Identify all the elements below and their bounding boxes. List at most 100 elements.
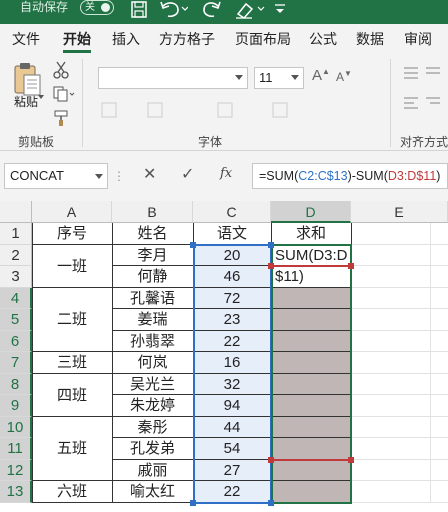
row-header-10[interactable]: 10 [0, 416, 32, 438]
paste-label[interactable]: 粘贴 [14, 93, 38, 110]
font-size-combo[interactable]: 11 [254, 67, 304, 89]
row-header-1[interactable]: 1 [0, 223, 32, 245]
formula-part: ) [436, 169, 441, 183]
row-header-8[interactable]: 8 [0, 373, 32, 395]
name-cell[interactable]: 孙翡翠 [112, 331, 193, 353]
font-name-combo[interactable] [98, 67, 248, 89]
name-cell[interactable]: 何静 [112, 266, 193, 288]
header-cell-d[interactable]: 求和 [271, 223, 351, 245]
select-all-corner[interactable] [0, 201, 32, 223]
column-header-c[interactable]: C [193, 201, 271, 223]
customize-quick-access-icon[interactable] [270, 0, 296, 22]
range-handle-blue[interactable] [268, 241, 274, 248]
gridline [351, 351, 448, 352]
spreadsheet-grid[interactable]: A B C D E 1 2 3 4 5 6 7 8 9 10 11 12 13 序号 姓名 语文 求和 一班 二班 三班 四班 五班… [0, 201, 448, 512]
name-cell[interactable]: 孔馨语 [112, 288, 193, 310]
save-icon[interactable] [128, 0, 154, 22]
chevron-down-icon[interactable] [291, 75, 299, 80]
align-top-icon[interactable] [400, 63, 444, 83]
format-painter-icon[interactable] [52, 109, 70, 127]
copy-icon[interactable] [52, 85, 76, 103]
name-box-value: CONCAT [10, 168, 64, 183]
column-header-d[interactable]: D [271, 201, 351, 223]
range-handle-red[interactable] [268, 263, 274, 269]
undo-icon[interactable] [158, 0, 189, 22]
range-handle-red[interactable] [348, 456, 354, 463]
class-cell[interactable]: 二班 [32, 288, 112, 353]
gridline [351, 415, 448, 417]
name-cell[interactable]: 朱龙婷 [112, 395, 193, 417]
class-cell[interactable]: 五班 [32, 417, 112, 482]
row-header-6[interactable]: 6 [0, 330, 32, 352]
cancel-icon[interactable]: ✕ [143, 164, 156, 184]
range-handle-blue[interactable] [268, 499, 274, 506]
enter-icon[interactable]: ✓ [181, 164, 194, 184]
name-cell[interactable]: 李月 [112, 245, 193, 267]
row-header-2[interactable]: 2 [0, 244, 32, 266]
increase-font-icon[interactable]: A▲ [312, 67, 330, 84]
formula-part: =SUM( [259, 169, 299, 183]
gridline [351, 458, 448, 460]
row-header-4[interactable]: 4 [0, 287, 32, 309]
name-cell[interactable]: 戚丽 [112, 460, 193, 482]
class-cell[interactable]: 三班 [32, 352, 112, 374]
header-cell-c[interactable]: 语文 [193, 223, 271, 245]
column-header-e[interactable]: E [351, 201, 448, 223]
tab-file[interactable]: 文件 [12, 24, 40, 55]
formula-buttons: ✕ ✓ fx [123, 163, 248, 189]
row-header-3[interactable]: 3 [0, 266, 32, 288]
gridline [351, 501, 448, 503]
header-cell-b[interactable]: 姓名 [112, 223, 193, 245]
header-cell-a[interactable]: 序号 [32, 223, 112, 245]
decrease-font-icon[interactable]: A▼ [336, 69, 352, 84]
tab-fangfang[interactable]: 方方格子 [159, 24, 215, 55]
cut-icon[interactable] [52, 61, 70, 79]
chevron-down-icon[interactable] [95, 174, 103, 179]
tab-data[interactable]: 数据 [356, 24, 384, 55]
row-header-9[interactable]: 9 [0, 395, 32, 417]
tab-insert[interactable]: 插入 [112, 24, 140, 55]
title-bar: 自动保存 关 [0, 0, 448, 24]
row-header-11[interactable]: 11 [0, 438, 32, 460]
formula-input[interactable]: =SUM(C2:C$13)-SUM(D3:D$11) [252, 163, 448, 189]
name-cell[interactable]: 喻太红 [112, 481, 193, 503]
autosave-label: 自动保存 [20, 0, 69, 14]
tab-review[interactable]: 审阅 [404, 24, 432, 55]
font-size-value: 11 [259, 70, 273, 85]
font-group-label: 字体 [198, 135, 223, 149]
row-header-5[interactable]: 5 [0, 309, 32, 331]
class-cell[interactable]: 六班 [32, 481, 112, 503]
insert-function-icon[interactable]: fx [220, 166, 232, 181]
redo-icon[interactable] [198, 0, 224, 22]
range-handle-red[interactable] [268, 456, 274, 463]
gridline [351, 480, 448, 481]
row-header-13[interactable]: 13 [0, 481, 32, 503]
tab-formulas[interactable]: 公式 [309, 24, 337, 55]
row-header-12[interactable]: 12 [0, 459, 32, 481]
autosave-toggle[interactable]: 关 [80, 0, 114, 15]
paste-dropdown-icon[interactable] [38, 95, 44, 99]
name-cell[interactable]: 吴光兰 [112, 374, 193, 396]
range-handle-blue[interactable] [190, 499, 196, 506]
name-cell[interactable]: 秦彤 [112, 417, 193, 439]
eraser-icon[interactable] [232, 0, 265, 22]
class-cell[interactable]: 四班 [32, 374, 112, 417]
tab-home[interactable]: 开始 [63, 24, 91, 55]
range-handle-red[interactable] [348, 263, 354, 269]
column-header-a[interactable]: A [32, 201, 112, 223]
name-cell[interactable]: 何岚 [112, 352, 193, 374]
formula-bar: CONCAT ⋮ ✕ ✓ fx =SUM(C2:C$13)-SUM(D3:D$1… [0, 151, 448, 201]
name-cell[interactable]: 姜瑞 [112, 309, 193, 331]
formula-ref-red: D3:D$11 [387, 169, 437, 183]
ribbon-separator [82, 59, 83, 147]
name-box[interactable]: CONCAT [4, 163, 108, 189]
row-header-7[interactable]: 7 [0, 352, 32, 374]
align-left-icon[interactable] [400, 93, 444, 113]
range-handle-blue[interactable] [190, 241, 196, 248]
font-format-buttons [98, 99, 348, 121]
tab-page-layout[interactable]: 页面布局 [235, 24, 291, 55]
chevron-down-icon[interactable] [235, 75, 243, 80]
name-cell[interactable]: 孔发弟 [112, 438, 193, 460]
class-cell[interactable]: 一班 [32, 245, 112, 288]
column-header-b[interactable]: B [112, 201, 193, 223]
